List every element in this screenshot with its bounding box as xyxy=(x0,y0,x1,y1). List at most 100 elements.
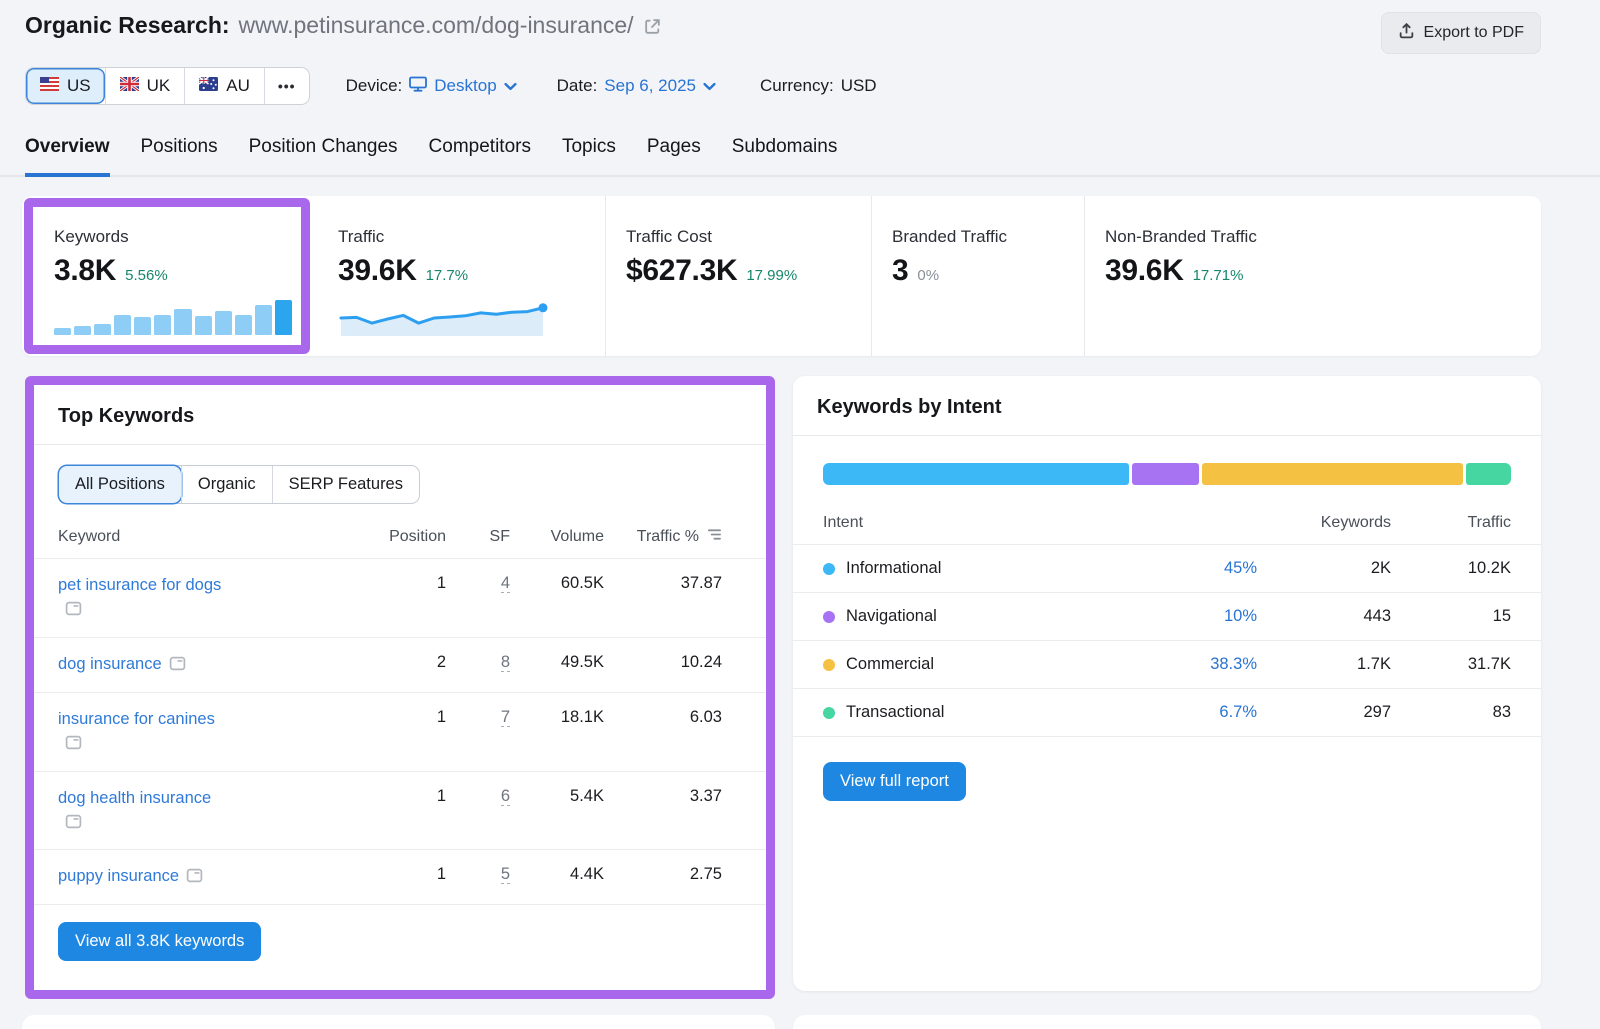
tab-positions[interactable]: Positions xyxy=(141,136,218,177)
keyword-table-row: dog insurance2849.5K10.24 xyxy=(34,637,766,692)
volume-value: 4.4K xyxy=(510,865,604,884)
country-tab-uk[interactable]: UK xyxy=(105,68,185,104)
country-tab-label: US xyxy=(67,76,91,96)
intent-segment-navigational xyxy=(1132,463,1200,485)
metric-delta: 17.99% xyxy=(746,267,797,284)
trend-bar xyxy=(94,324,111,335)
trend-bar xyxy=(275,300,292,335)
more-countries-button[interactable]: ••• xyxy=(264,68,309,104)
metric-label: Non-Branded Traffic xyxy=(1105,227,1541,247)
page-header: Organic Research: www.petinsurance.com/d… xyxy=(0,0,1600,54)
currency-filter: Currency: USD xyxy=(760,76,877,96)
serp-features-icon xyxy=(58,734,82,752)
intent-table-row: Transactional6.7%29783 xyxy=(793,688,1541,737)
device-dropdown[interactable]: Desktop xyxy=(409,76,516,97)
sf-cell: 6 xyxy=(446,787,510,806)
intent-label: Navigational xyxy=(846,607,937,626)
trend-bar xyxy=(215,311,232,335)
intent-traffic-value: 15 xyxy=(1391,607,1511,626)
keyword-cell: dog health insurance xyxy=(58,787,248,835)
intent-segment-informational xyxy=(823,463,1129,485)
export-button-label: Export to PDF xyxy=(1424,24,1524,42)
sort-descending-icon[interactable] xyxy=(705,528,722,546)
intent-percent-cell: 10% xyxy=(1137,607,1257,626)
trend-bar xyxy=(134,317,151,335)
intent-name-cell: Transactional xyxy=(823,703,1137,722)
keyword-cell: insurance for canines xyxy=(58,708,248,756)
top-keywords-title: Top Keywords xyxy=(34,385,766,445)
tab-topics[interactable]: Topics xyxy=(562,136,616,177)
device-value: Desktop xyxy=(434,76,496,96)
tab-position-changes[interactable]: Position Changes xyxy=(249,136,398,177)
intent-name-cell: Navigational xyxy=(823,607,1137,626)
filter-serp-features[interactable]: SERP Features xyxy=(272,466,419,503)
keyword-link[interactable]: insurance for canines xyxy=(58,708,226,756)
chevron-down-icon xyxy=(703,76,716,96)
intent-table-row: Navigational10%44315 xyxy=(793,592,1541,640)
filter-organic[interactable]: Organic xyxy=(181,466,272,503)
country-selector: US UKAU••• xyxy=(25,67,310,105)
serp-features-icon xyxy=(58,600,82,618)
intent-name-cell: Commercial xyxy=(823,655,1137,674)
sf-value[interactable]: 4 xyxy=(501,574,510,593)
trend-bar xyxy=(174,309,191,335)
intent-table-row: Informational45%2K10.2K xyxy=(793,544,1541,592)
serp-features-icon xyxy=(162,655,186,673)
analyzed-url: www.petinsurance.com/dog-insurance/ xyxy=(239,12,634,39)
traffic-trend-line-chart xyxy=(338,296,605,343)
metric-value: 39.6K xyxy=(1105,254,1184,288)
intent-percent-link[interactable]: 45% xyxy=(1224,559,1257,577)
sf-value[interactable]: 6 xyxy=(501,787,510,806)
tab-pages[interactable]: Pages xyxy=(647,136,701,177)
metrics-summary-card: Keywords 3.8K 5.56% Traffic 39.6K 17.7% … xyxy=(22,196,1541,356)
sf-value[interactable]: 8 xyxy=(501,653,510,672)
report-title: Organic Research: xyxy=(25,12,230,39)
au-flag-icon xyxy=(199,76,218,96)
report-nav-tabs: Overview Positions Position Changes Competi… xyxy=(0,136,1600,177)
device-filter: Device: Desktop xyxy=(346,76,517,97)
view-all-keywords-button[interactable]: View all 3.8K keywords xyxy=(58,922,261,961)
keywords-by-intent-title: Keywords by Intent xyxy=(793,376,1541,436)
sf-value[interactable]: 7 xyxy=(501,708,510,727)
keywords-trend-bar-chart xyxy=(54,297,292,335)
keyword-cell: puppy insurance xyxy=(58,865,248,889)
serp-features-icon xyxy=(58,813,82,831)
country-tab-au[interactable]: AU xyxy=(184,68,264,104)
keyword-table-row: pet insurance for dogs1460.5K37.87 xyxy=(34,558,766,637)
intent-percent-link[interactable]: 10% xyxy=(1224,607,1257,625)
export-to-pdf-button[interactable]: Export to PDF xyxy=(1381,12,1541,54)
us-flag-icon xyxy=(40,76,59,96)
next-section-card-edge xyxy=(22,1015,775,1029)
intent-table-header: Intent Keywords Traffic xyxy=(793,485,1541,544)
trend-bar xyxy=(235,315,252,335)
view-full-report-button[interactable]: View full report xyxy=(823,762,966,801)
country-tab-us[interactable]: US xyxy=(26,68,105,104)
tab-competitors[interactable]: Competitors xyxy=(429,136,531,177)
currency-value: USD xyxy=(841,76,877,96)
metric-non-branded-traffic: Non-Branded Traffic 39.6K 17.71% xyxy=(1084,196,1541,356)
top-keywords-panel: Top Keywords All PositionsOrganicSERP Fe… xyxy=(25,376,775,999)
date-dropdown[interactable]: Sep 6, 2025 xyxy=(604,76,716,96)
keyword-link[interactable]: dog health insurance xyxy=(58,787,226,835)
keyword-cell: pet insurance for dogs xyxy=(58,574,248,622)
traffic-pct-value: 10.24 xyxy=(604,653,722,672)
intent-traffic-value: 31.7K xyxy=(1391,655,1511,674)
keyword-link[interactable]: puppy insurance xyxy=(58,865,203,889)
tab-subdomains[interactable]: Subdomains xyxy=(732,136,838,177)
intent-traffic-value: 10.2K xyxy=(1391,559,1511,578)
intent-percent-link[interactable]: 6.7% xyxy=(1219,703,1257,721)
intent-segment-commercial xyxy=(1202,463,1462,485)
intent-percent-link[interactable]: 38.3% xyxy=(1210,655,1257,673)
keyword-link[interactable]: pet insurance for dogs xyxy=(58,574,226,622)
filter-all-positions[interactable]: All Positions xyxy=(59,466,181,503)
traffic-pct-value: 2.75 xyxy=(604,865,722,884)
column-traffic-pct: Traffic % xyxy=(604,528,722,546)
filters-bar: USUKAU••• Device: Desktop Date: Sep 6, 2… xyxy=(0,54,1600,105)
tab-overview[interactable]: Overview xyxy=(25,136,110,177)
sf-value[interactable]: 5 xyxy=(501,865,510,884)
keyword-link[interactable]: dog insurance xyxy=(58,653,186,677)
external-link-icon[interactable] xyxy=(643,17,662,36)
metric-label: Keywords xyxy=(54,227,316,247)
volume-value: 60.5K xyxy=(510,574,604,593)
sf-cell: 8 xyxy=(446,653,510,672)
